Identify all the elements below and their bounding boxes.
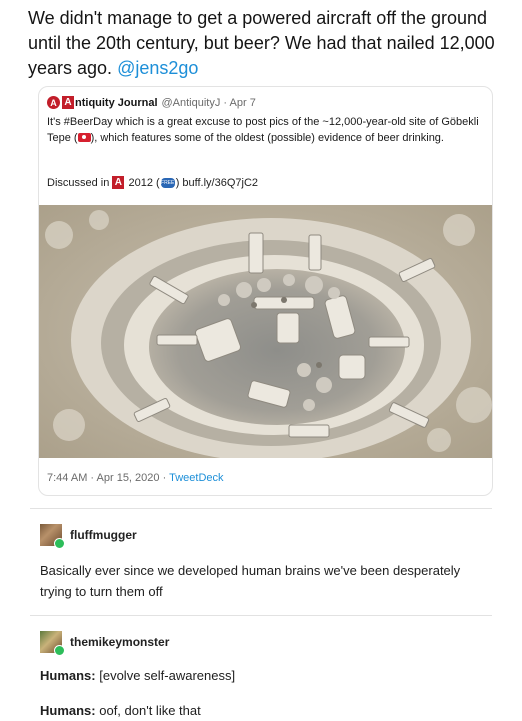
tweet-body-part2: ), which features some of the oldest (po… xyxy=(90,132,444,144)
post-body: We didn't manage to get a powered aircra… xyxy=(28,8,495,78)
discussed-label: Discussed in xyxy=(47,176,110,189)
speaker-label: Humans: xyxy=(40,668,96,683)
avatar[interactable] xyxy=(40,631,65,656)
comment-header-fluffmugger: fluffmugger xyxy=(40,524,137,549)
discussed-line: Discussed in A 2012 (FREE) buff.ly/36Q7j… xyxy=(47,176,258,189)
free-access-icon: FREE xyxy=(160,177,175,188)
account-name[interactable]: ntiquity Journal xyxy=(75,97,158,109)
comment-header-themikeymonster: themikeymonster xyxy=(40,631,169,656)
speaker-label: Humans: xyxy=(40,703,96,718)
antiquity-logo-icon[interactable]: A xyxy=(47,96,60,109)
post-text: We didn't manage to get a powered aircra… xyxy=(28,6,498,81)
online-badge-icon xyxy=(54,645,65,656)
turkey-flag-icon xyxy=(77,133,91,142)
tweetdeck-link[interactable]: TweetDeck xyxy=(169,472,223,484)
discussed-link[interactable]: ) buff.ly/36Q7jC2 xyxy=(176,177,258,189)
quoted-tweet-card[interactable]: A A ntiquity Journal @AntiquityJ · Apr 7… xyxy=(38,86,493,496)
quoted-tweet-body: It's #BeerDay which is a great excuse to… xyxy=(47,114,485,146)
antiquity-initial-icon: A xyxy=(62,96,74,109)
line-text: [evolve self-awareness] xyxy=(95,668,236,683)
avatar[interactable] xyxy=(40,524,65,549)
comment-line: Humans: oof, don't like that xyxy=(40,700,480,721)
antiquity-small-logo-icon: A xyxy=(112,176,125,189)
username[interactable]: themikeymonster xyxy=(70,635,169,649)
line-text: oof, don't like that xyxy=(95,703,201,718)
account-handle-date: @AntiquityJ · Apr 7 xyxy=(161,96,256,109)
quoted-tweet-header: A A ntiquity Journal @AntiquityJ · Apr 7 xyxy=(47,96,256,109)
online-badge-icon xyxy=(54,538,65,549)
username[interactable]: fluffmugger xyxy=(70,528,137,542)
timestamp-text: 7:44 AM · Apr 15, 2020 · xyxy=(47,472,170,484)
tweet-timestamp: 7:44 AM · Apr 15, 2020 · TweetDeck xyxy=(47,472,224,484)
excavation-image xyxy=(39,205,492,458)
mention-link[interactable]: @jens2go xyxy=(117,58,198,78)
divider xyxy=(30,508,492,509)
discussed-year: 2012 ( xyxy=(128,176,160,189)
divider xyxy=(30,615,492,616)
comment-line: Humans: [evolve self-awareness] xyxy=(40,665,480,686)
gobekli-tepe-photo[interactable] xyxy=(39,205,492,458)
comment-text: Basically ever since we developed human … xyxy=(40,563,461,599)
